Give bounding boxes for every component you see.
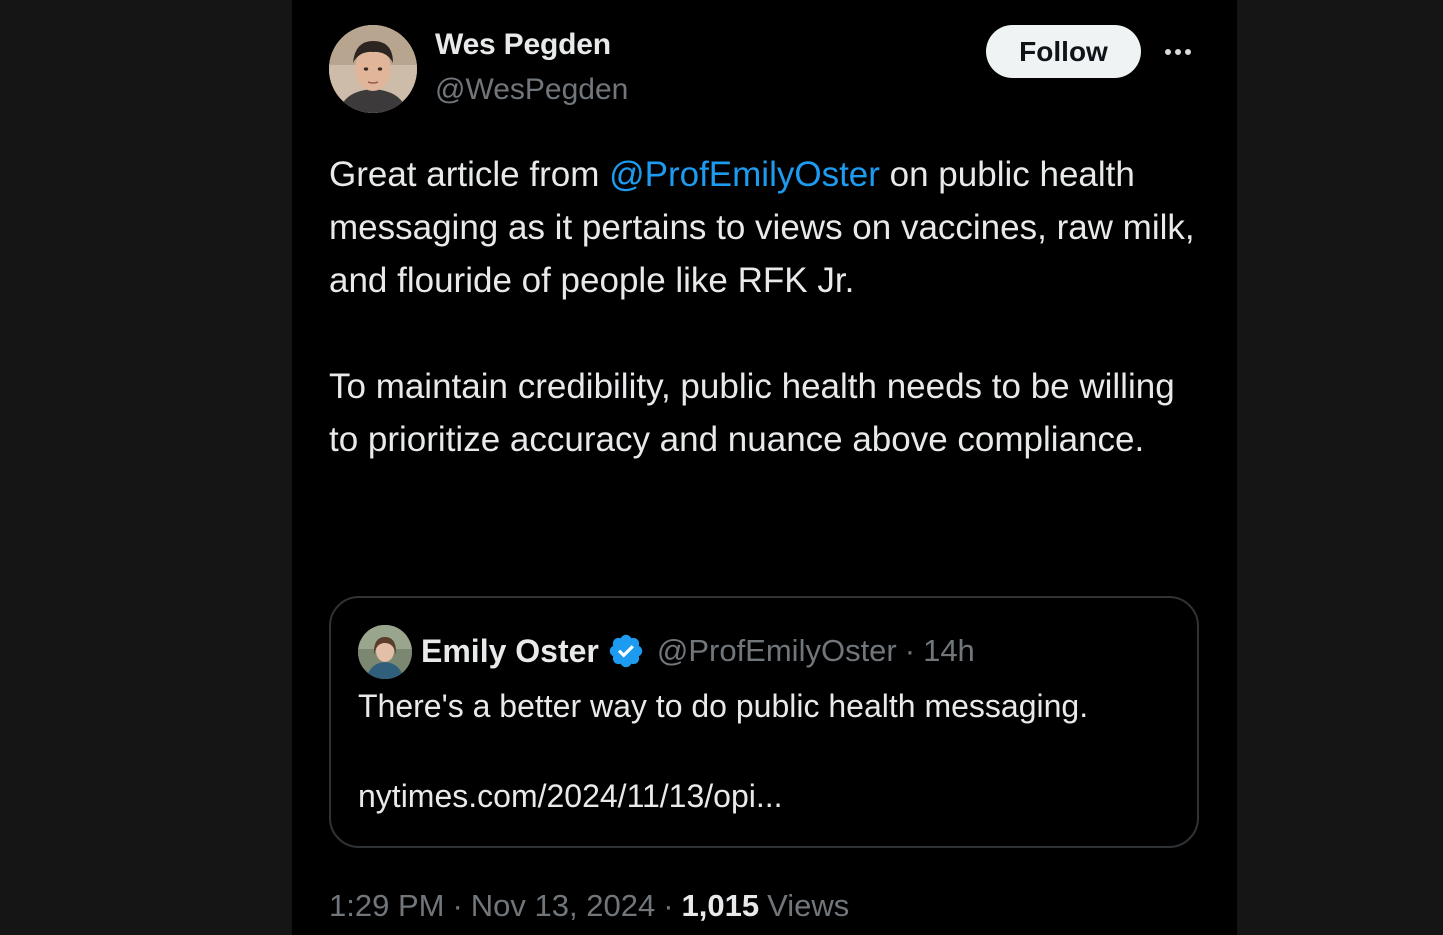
quoted-text-line: There's a better way to do public health… xyxy=(358,688,1089,724)
meta-separator: · xyxy=(663,888,674,923)
verified-badge-icon xyxy=(609,634,643,668)
mention-link[interactable]: @ProfEmilyOster xyxy=(609,155,880,194)
tweet-text: Great article from @ProfEmilyOster on pu… xyxy=(329,148,1199,466)
quoted-link[interactable]: nytimes.com/2024/11/13/opi... xyxy=(358,774,1178,819)
more-dot xyxy=(1175,49,1181,55)
quoted-tweet[interactable]: Emily Oster @ProfEmilyOster · 14h There'… xyxy=(329,596,1199,848)
quoted-header: Emily Oster @ProfEmilyOster · 14h xyxy=(421,631,975,671)
meta-separator: · xyxy=(452,888,463,923)
quoted-avatar-image xyxy=(358,625,412,679)
author-avatar[interactable] xyxy=(329,25,417,113)
tweet-text-prefix: Great article from xyxy=(329,155,610,194)
more-options-icon[interactable] xyxy=(1158,32,1198,72)
more-dot xyxy=(1165,49,1171,55)
quoted-text: There's a better way to do public health… xyxy=(358,684,1178,819)
more-dot xyxy=(1185,49,1191,55)
author-avatar-image xyxy=(329,25,417,113)
tweet-paragraph-1: Great article from @ProfEmilyOster on pu… xyxy=(329,148,1199,307)
tweet-meta: 1:29 PM · Nov 13, 2024 · 1,015 Views xyxy=(329,884,849,928)
follow-button[interactable]: Follow xyxy=(986,25,1141,78)
quoted-separator: · xyxy=(904,633,916,668)
quoted-author-handle[interactable]: @ProfEmilyOster xyxy=(657,633,897,669)
quoted-author-avatar[interactable] xyxy=(358,625,412,679)
tweet-time[interactable]: 1:29 PM xyxy=(329,888,444,924)
author-name[interactable]: Wes Pegden xyxy=(435,28,611,62)
tweet-paragraph-2: To maintain credibility, public health n… xyxy=(329,367,1175,459)
quoted-timestamp[interactable]: 14h xyxy=(923,633,975,669)
quoted-gap xyxy=(358,729,1178,774)
tweet-date[interactable]: Nov 13, 2024 xyxy=(471,888,655,924)
quoted-author-name[interactable]: Emily Oster xyxy=(421,633,599,670)
views-count[interactable]: 1,015 xyxy=(682,888,760,924)
page: Wes Pegden @WesPegden Follow Great artic… xyxy=(0,0,1443,935)
author-handle[interactable]: @WesPegden xyxy=(435,73,628,107)
tweet-detail: Wes Pegden @WesPegden Follow Great artic… xyxy=(292,0,1237,935)
views-label[interactable]: Views xyxy=(767,888,849,924)
